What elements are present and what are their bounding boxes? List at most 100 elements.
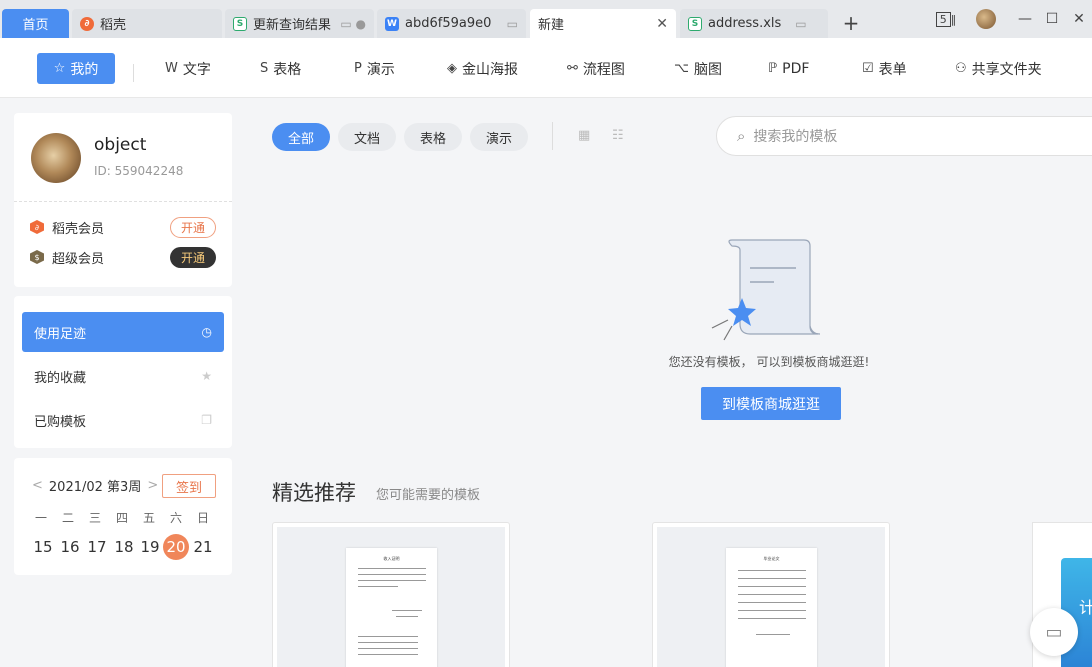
menu-item-history[interactable]: 使用足迹 ◷ bbox=[22, 312, 224, 352]
membership-label: 超级会员 bbox=[52, 248, 104, 267]
word-icon: W bbox=[385, 17, 399, 31]
calendar-day[interactable]: 15 bbox=[30, 534, 56, 560]
nav-poster[interactable]: ◈金山海报 bbox=[447, 53, 518, 84]
filter-sheets[interactable]: 表格 bbox=[404, 123, 462, 151]
chat-icon: ▭ bbox=[1045, 622, 1062, 643]
tab-new[interactable]: 新建 ✕ bbox=[530, 9, 676, 38]
template-card[interactable]: 毕业论文 bbox=[652, 522, 890, 667]
template-preview: 收入证明 bbox=[277, 527, 505, 667]
nav-writer[interactable]: W文字 bbox=[165, 53, 211, 84]
user-id: ID: 559042248 bbox=[94, 164, 183, 178]
calendar-day[interactable]: 18 bbox=[111, 534, 137, 560]
tab-docer[interactable]: ∂ 稻壳 bbox=[72, 9, 222, 38]
menu-item-favorites[interactable]: 我的收藏 ★ bbox=[22, 356, 224, 396]
window-close-icon[interactable]: ✕ bbox=[1070, 9, 1088, 29]
calendar-week-label: 2021/02 第3周 bbox=[49, 476, 141, 495]
docer-activate-button[interactable]: 开通 bbox=[170, 217, 216, 238]
go-template-store-button[interactable]: 到模板商城逛逛 bbox=[701, 387, 841, 420]
search-icon: ⌕ bbox=[737, 127, 745, 145]
section-subtitle: 您可能需要的模板 bbox=[376, 484, 480, 503]
menu-label: 我的收藏 bbox=[34, 367, 86, 386]
form-icon: ☑ bbox=[862, 61, 874, 76]
template-card[interactable]: 收入证明 bbox=[272, 522, 510, 667]
docer-vip-icon: ∂ bbox=[30, 220, 44, 234]
weekday-label: 六 bbox=[163, 509, 189, 526]
nav-label: 共享文件夹 bbox=[972, 59, 1042, 79]
chevron-right-icon[interactable]: > bbox=[147, 478, 158, 493]
new-tab-button[interactable]: + bbox=[841, 12, 861, 34]
nav-shared-folder[interactable]: ⚇ 共享文件夹 bbox=[955, 53, 1042, 84]
avatar[interactable] bbox=[31, 133, 81, 183]
clock-icon: ◷ bbox=[202, 325, 212, 339]
paper-title: 收入证明 bbox=[346, 556, 437, 562]
super-activate-button[interactable]: 开通 bbox=[170, 247, 216, 268]
nav-divider bbox=[133, 64, 134, 82]
weekday-label: 五 bbox=[136, 509, 162, 526]
menu-label: 已购模板 bbox=[34, 411, 86, 430]
checkin-button[interactable]: 签到 bbox=[162, 474, 216, 498]
user-name: object bbox=[94, 135, 146, 155]
calendar-day[interactable]: 21 bbox=[190, 534, 216, 560]
template-text: 计 bbox=[1079, 598, 1092, 617]
window-count-icon[interactable]: 5‖ bbox=[935, 9, 957, 29]
filter-all[interactable]: 全部 bbox=[272, 123, 330, 151]
nav-presentation[interactable]: P演示 bbox=[354, 53, 395, 84]
close-icon[interactable]: ✕ bbox=[656, 16, 668, 32]
feedback-chat-button[interactable]: ▭ bbox=[1030, 608, 1078, 656]
maximize-icon[interactable]: ☐ bbox=[1043, 9, 1061, 29]
weekday-label: 四 bbox=[109, 509, 135, 526]
profile-card: object ID: 559042248 ∂ 稻壳会员 开通 $ 超级会员 开通 bbox=[14, 113, 232, 287]
menu-item-purchased[interactable]: 已购模板 ❐ bbox=[22, 400, 224, 440]
calendar-header: < 2021/02 第3周 > bbox=[32, 476, 164, 495]
presentation-icon: P bbox=[354, 61, 362, 76]
nav-label: PDF bbox=[782, 61, 809, 77]
nav-pdf[interactable]: ℙPDF bbox=[768, 53, 809, 84]
tab-label: 更新查询结果 bbox=[253, 14, 331, 33]
tab-label: 稻壳 bbox=[100, 14, 126, 33]
docer-icon: ∂ bbox=[80, 17, 94, 31]
menu-label: 使用足迹 bbox=[34, 323, 86, 342]
nav-label: 表单 bbox=[879, 59, 907, 79]
nav-flowchart[interactable]: ⚯流程图 bbox=[567, 53, 625, 84]
weekday-label: 三 bbox=[82, 509, 108, 526]
calendar-day[interactable]: 19 bbox=[137, 534, 163, 560]
tab-address-xls[interactable]: S address.xls ▭ bbox=[680, 9, 828, 38]
chevron-left-icon[interactable]: < bbox=[32, 478, 43, 493]
weekday-label: 日 bbox=[190, 509, 216, 526]
empty-message: 您还没有模板， 可以到模板商城逛逛! bbox=[560, 353, 978, 370]
tab-abd6f59a9e0[interactable]: W abd6f59a9e0 ▭ bbox=[377, 9, 526, 38]
nav-sheet[interactable]: S表格 bbox=[260, 53, 301, 84]
checkin-calendar: < 2021/02 第3周 > 签到 一 二 三 四 五 六 日 15 16 1… bbox=[14, 458, 232, 575]
star-icon: ★ bbox=[201, 369, 212, 383]
calendar-day-today[interactable]: 20 bbox=[163, 534, 189, 560]
star-icon: ☆ bbox=[54, 61, 66, 76]
shared-folder-icon: ⚇ bbox=[955, 61, 967, 76]
calendar-day[interactable]: 16 bbox=[57, 534, 83, 560]
template-search-input[interactable]: ⌕ 搜索我的模板 bbox=[716, 116, 1092, 156]
tab-home-label: 首页 bbox=[22, 14, 48, 33]
tab-home[interactable]: 首页 bbox=[2, 9, 69, 38]
weekday-label: 一 bbox=[28, 509, 54, 526]
tab-bar: 首页 ∂ 稻壳 S 更新查询结果 ▭ ● W abd6f59a9e0 ▭ 新建 … bbox=[0, 0, 1092, 38]
template-preview: 毕业论文 bbox=[657, 527, 885, 667]
minimize-icon[interactable]: — bbox=[1016, 9, 1034, 29]
calendar-day[interactable]: 17 bbox=[84, 534, 110, 560]
grid-view-icon[interactable]: ▦ bbox=[578, 129, 592, 143]
nav-label: 金山海报 bbox=[462, 59, 518, 79]
list-view-icon[interactable]: ☷ bbox=[612, 129, 626, 143]
user-avatar[interactable] bbox=[976, 9, 996, 29]
filter-docs[interactable]: 文档 bbox=[338, 123, 396, 151]
copy-icon: ❐ bbox=[201, 413, 212, 427]
nav-label: 脑图 bbox=[694, 59, 722, 79]
empty-templates-illustration bbox=[710, 238, 822, 342]
tab-update-query[interactable]: S 更新查询结果 ▭ ● bbox=[225, 9, 374, 38]
nav-mine[interactable]: ☆我的 bbox=[37, 53, 115, 84]
nav-label: 流程图 bbox=[583, 59, 625, 79]
super-vip-icon: $ bbox=[30, 250, 44, 264]
filter-presentations[interactable]: 演示 bbox=[470, 123, 528, 151]
tab-label: abd6f59a9e0 bbox=[405, 16, 491, 31]
sheet-icon: S bbox=[233, 17, 247, 31]
nav-form[interactable]: ☑ 表单 bbox=[862, 53, 907, 84]
divider bbox=[14, 201, 232, 202]
nav-mindmap[interactable]: ⌥脑图 bbox=[674, 53, 722, 84]
